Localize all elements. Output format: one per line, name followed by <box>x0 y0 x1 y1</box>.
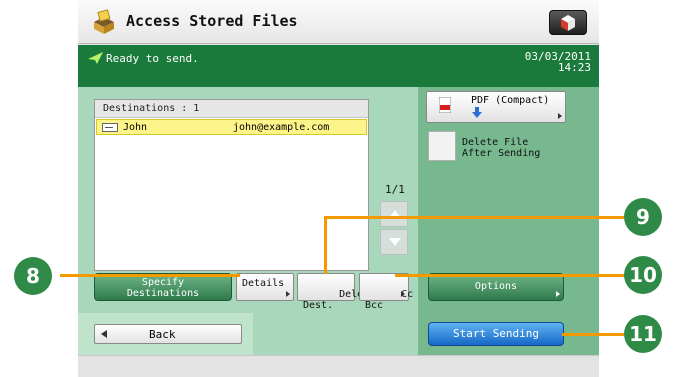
callout-badge-8: 8 <box>14 257 52 295</box>
back-button[interactable]: Back <box>94 324 242 344</box>
callout-line-11 <box>562 333 624 336</box>
page-indicator: 1/1 <box>385 183 405 196</box>
page-title: Access Stored Files <box>126 12 298 30</box>
destination-email: john@example.com <box>233 122 330 133</box>
specify-destinations-button[interactable]: Specify Destinations <box>94 273 232 301</box>
file-format-button[interactable]: PDF (Compact) <box>426 91 566 123</box>
status-datetime: 03/03/2011 14:23 <box>525 51 591 73</box>
options-button[interactable]: Options <box>428 273 564 301</box>
pdf-file-icon <box>439 97 451 113</box>
scroll-up-button[interactable] <box>380 201 408 227</box>
email-address-icon <box>102 123 118 132</box>
callout-line-8 <box>60 274 240 277</box>
file-settings-panel <box>418 87 599 355</box>
status-time: 14:23 <box>557 61 591 74</box>
send-arrow-icon <box>88 52 103 64</box>
destination-list-header: Destinations : 1 <box>95 100 368 118</box>
download-arrow-icon <box>472 107 482 118</box>
status-message: Ready to send. <box>106 52 199 65</box>
chevron-right-icon <box>556 291 560 297</box>
title-bar: Access Stored Files <box>78 0 599 44</box>
destination-row[interactable]: John john@example.com <box>96 119 367 135</box>
arrow-left-icon <box>101 330 107 338</box>
chevron-right-icon <box>558 113 562 119</box>
status-bar: Ready to send. 03/03/2011 14:23 <box>78 45 599 87</box>
callout-line-9-vertical <box>324 216 327 274</box>
file-format-label: PDF (Compact) <box>471 95 550 106</box>
callout-line-10 <box>395 274 625 277</box>
callout-badge-9: 9 <box>624 198 662 236</box>
bottom-strip <box>78 355 599 377</box>
main-area: Destinations : 1 John john@example.com 1… <box>78 87 599 355</box>
delete-file-label: Delete File After Sending <box>462 137 541 159</box>
callout-badge-11: 11 <box>624 315 662 353</box>
arrow-down-icon <box>389 238 401 246</box>
chevron-right-icon <box>401 291 405 297</box>
scroll-down-button[interactable] <box>380 229 408 255</box>
cc-bcc-label: Cc Bcc <box>365 289 414 311</box>
device-screen: Access Stored Files Ready to send. 03/03… <box>78 0 599 377</box>
details-button[interactable]: Details <box>236 273 294 301</box>
start-sending-button[interactable]: Start Sending <box>428 322 564 346</box>
delete-destination-button[interactable]: Delete Dest. <box>297 273 375 311</box>
chevron-right-icon <box>286 291 290 297</box>
back-label: Back <box>149 328 176 341</box>
settings-menu-button[interactable] <box>549 10 587 35</box>
destination-list[interactable]: Destinations : 1 John john@example.com <box>94 99 369 271</box>
details-label: Details <box>242 278 285 289</box>
callout-badge-10: 10 <box>624 256 662 294</box>
options-label: Options <box>474 281 518 292</box>
delete-file-checkbox[interactable] <box>428 131 456 161</box>
stored-files-icon <box>94 9 114 34</box>
cc-bcc-button[interactable]: Cc Bcc <box>359 273 413 311</box>
callout-line-9 <box>324 216 624 219</box>
cube-icon <box>561 15 575 31</box>
destination-name: John <box>123 122 148 133</box>
